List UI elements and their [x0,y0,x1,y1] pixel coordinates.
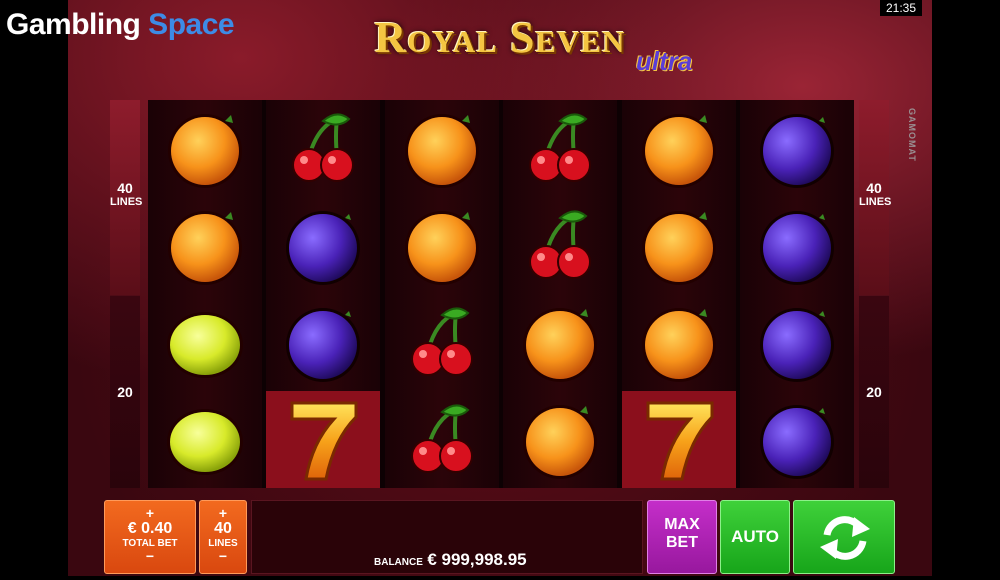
lemon-symbol-icon [148,391,262,488]
right-lines-label: LINES [859,196,892,208]
lines-control[interactable]: + 40 LINES − [199,500,247,574]
cherry-symbol-icon [503,197,617,294]
bet-plus-button[interactable]: + [105,506,195,520]
lines-value: 40 [214,520,232,537]
game-title-ultra: ultra [636,46,693,76]
plum-symbol-icon [266,294,380,391]
plum-symbol-icon [266,197,380,294]
spin-button[interactable] [793,500,895,574]
reel-2 [266,100,381,488]
lines-minus-button[interactable]: − [200,549,246,563]
orange-symbol-icon [148,100,262,197]
cherry-symbol-icon [266,100,380,197]
plum-symbol-icon [740,197,854,294]
seven-symbol-icon [266,391,381,488]
right-bottom-value: 20 [866,384,882,400]
orange-symbol-icon [503,391,617,488]
max-bet-line1: MAX [664,516,700,533]
auto-button[interactable]: AUTO [720,500,790,574]
max-bet-button[interactable]: MAX BET [647,500,717,574]
max-bet-line2: BET [666,534,698,551]
total-bet-value: € 0.40 [127,520,173,537]
reel-4 [503,100,618,488]
orange-symbol-icon [622,197,736,294]
cherry-symbol-icon [385,391,499,488]
cherry-symbol-icon [385,294,499,391]
lemon-symbol-icon [148,294,262,391]
plum-symbol-icon [740,100,854,197]
orange-symbol-icon [385,197,499,294]
orange-symbol-icon [385,100,499,197]
lines-plus-button[interactable]: + [200,506,246,520]
right-lines-value: 40 [866,180,882,196]
reel-5 [621,100,736,488]
left-lines-label: LINES [110,196,143,208]
reel-6 [740,100,854,488]
left-lines-indicator-top[interactable]: 40 LINES [110,100,143,295]
game-title-main: Royal Seven [374,13,626,62]
auto-label: AUTO [731,527,779,546]
left-bottom-value: 20 [117,384,133,400]
cherry-symbol-icon [503,100,617,197]
game-title: Royal Seven ultra [0,12,1000,76]
reel-area [148,100,854,488]
seven-symbol-icon [621,391,736,488]
provider-logo: GAMOMAT [907,108,917,162]
balance-display: BALANCE € 999,998.95 [374,550,527,570]
plum-symbol-icon [740,294,854,391]
orange-symbol-icon [622,294,736,391]
right-lines-indicator-top[interactable]: 40 LINES [859,100,892,295]
left-lines-value: 40 [117,180,133,196]
orange-symbol-icon [622,100,736,197]
spin-arrows-icon [820,516,870,560]
balance-value: € 999,998.95 [427,550,527,569]
orange-symbol-icon [503,294,617,391]
reel-1 [148,100,262,488]
bet-minus-button[interactable]: − [105,549,195,563]
right-lines-indicator-bottom[interactable]: 20 [859,296,889,488]
left-lines-indicator-bottom[interactable]: 20 [110,296,140,488]
reel-3 [384,100,499,488]
total-bet-control[interactable]: + € 0.40 TOTAL BET − [104,500,196,574]
orange-symbol-icon [148,197,262,294]
plum-symbol-icon [740,391,854,488]
balance-label: BALANCE [374,557,423,568]
